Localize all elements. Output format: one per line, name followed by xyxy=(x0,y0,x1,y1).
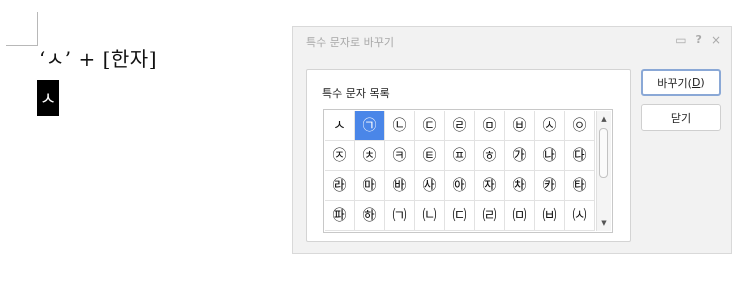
titlebar-icons: ▭ ? × xyxy=(675,33,721,47)
char-cell[interactable]: ㉴ xyxy=(415,171,445,201)
char-cell[interactable]: ㉹ xyxy=(565,171,595,201)
dialog-title: 특수 문자로 바꾸기 xyxy=(306,36,394,49)
char-cell[interactable]: ㈆ xyxy=(565,201,595,231)
char-cell[interactable]: ㉦ xyxy=(535,111,565,141)
help-icon[interactable]: ? xyxy=(696,33,702,47)
char-list-group: 특수 문자 목록 ㅅ㉠㉡㉢㉣㉤㉥㉦㉧㉨㉩㉪㉫㉬㉭㉮㉯㉰㉱㉲㉳㉴㉵㉶㉷㉸㉹㉺㉻㈀㈁… xyxy=(306,69,631,242)
char-grid-scrollbar[interactable]: ▲ ▼ xyxy=(596,111,611,231)
char-cell[interactable]: ㉲ xyxy=(355,171,385,201)
char-cell[interactable]: ㉱ xyxy=(325,171,355,201)
char-cell[interactable]: ㉷ xyxy=(505,171,535,201)
special-char-dialog: 특수 문자로 바꾸기 ▭ ? × 특수 문자 목록 ㅅ㉠㉡㉢㉣㉤㉥㉦㉧㉨㉩㉪㉫㉬… xyxy=(292,26,732,254)
char-cell[interactable]: ㉨ xyxy=(325,141,355,171)
char-list-label: 특수 문자 목록 xyxy=(322,87,390,100)
char-cell[interactable]: ㉶ xyxy=(475,171,505,201)
char-cell[interactable]: ㉵ xyxy=(445,171,475,201)
char-cell[interactable]: ㉢ xyxy=(415,111,445,141)
margin-corner-horizontal xyxy=(6,45,38,46)
close-button[interactable]: 닫기 xyxy=(641,104,721,131)
char-cell[interactable]: ㉻ xyxy=(355,201,385,231)
char-cell[interactable]: ㈃ xyxy=(475,201,505,231)
scrollbar-thumb[interactable] xyxy=(599,128,608,178)
char-cell[interactable]: ㉤ xyxy=(475,111,505,141)
char-cell[interactable]: ㈂ xyxy=(445,201,475,231)
scroll-down-arrow-icon[interactable]: ▼ xyxy=(597,216,611,230)
char-cell[interactable]: ㈁ xyxy=(415,201,445,231)
char-cell[interactable]: ㉣ xyxy=(445,111,475,141)
char-cell[interactable]: ㈅ xyxy=(535,201,565,231)
char-cell[interactable]: ㅅ xyxy=(325,111,355,141)
char-cell[interactable]: ㉳ xyxy=(385,171,415,201)
char-cell[interactable]: ㉯ xyxy=(535,141,565,171)
char-grid-container: ㅅ㉠㉡㉢㉣㉤㉥㉦㉧㉨㉩㉪㉫㉬㉭㉮㉯㉰㉱㉲㉳㉴㉵㉶㉷㉸㉹㉺㉻㈀㈁㈂㈃㈄㈅㈆ ▲ ▼ xyxy=(323,109,613,233)
char-cell[interactable]: ㉫ xyxy=(415,141,445,171)
dialog-titlebar[interactable]: 특수 문자로 바꾸기 ▭ ? × xyxy=(293,27,731,55)
char-cell[interactable]: ㉠ xyxy=(355,111,385,141)
document-text-line[interactable]: ‘ㅅ’ + [한자] xyxy=(39,43,157,72)
close-icon[interactable]: × xyxy=(711,33,721,47)
margin-corner-vertical xyxy=(37,12,38,46)
close-button-label: 닫기 xyxy=(670,111,692,125)
char-cell[interactable]: ㉧ xyxy=(565,111,595,141)
char-cell[interactable]: ㈀ xyxy=(385,201,415,231)
scroll-up-arrow-icon[interactable]: ▲ xyxy=(597,112,611,126)
char-cell[interactable]: ㉡ xyxy=(385,111,415,141)
char-cell[interactable]: ㉺ xyxy=(325,201,355,231)
char-cell[interactable]: ㉬ xyxy=(445,141,475,171)
char-cell[interactable]: ㉮ xyxy=(505,141,535,171)
char-cell[interactable]: ㉰ xyxy=(565,141,595,171)
replace-button-label: 바꾸기( xyxy=(657,76,692,90)
char-cell[interactable]: ㉸ xyxy=(535,171,565,201)
char-cell[interactable]: ㈄ xyxy=(505,201,535,231)
char-grid: ㅅ㉠㉡㉢㉣㉤㉥㉦㉧㉨㉩㉪㉫㉬㉭㉮㉯㉰㉱㉲㉳㉴㉵㉶㉷㉸㉹㉺㉻㈀㈁㈂㈃㈄㈅㈆ xyxy=(325,111,595,232)
replace-button[interactable]: 바꾸기(D) xyxy=(641,69,721,96)
char-cell[interactable]: ㉥ xyxy=(505,111,535,141)
selected-character[interactable]: ㅅ xyxy=(37,80,59,116)
char-cell[interactable]: ㉩ xyxy=(355,141,385,171)
replace-button-key: D xyxy=(691,76,701,89)
replace-button-suffix: ) xyxy=(700,76,705,89)
char-cell[interactable]: ㉪ xyxy=(385,141,415,171)
char-cell[interactable]: ㉭ xyxy=(475,141,505,171)
comment-icon[interactable]: ▭ xyxy=(675,33,686,47)
